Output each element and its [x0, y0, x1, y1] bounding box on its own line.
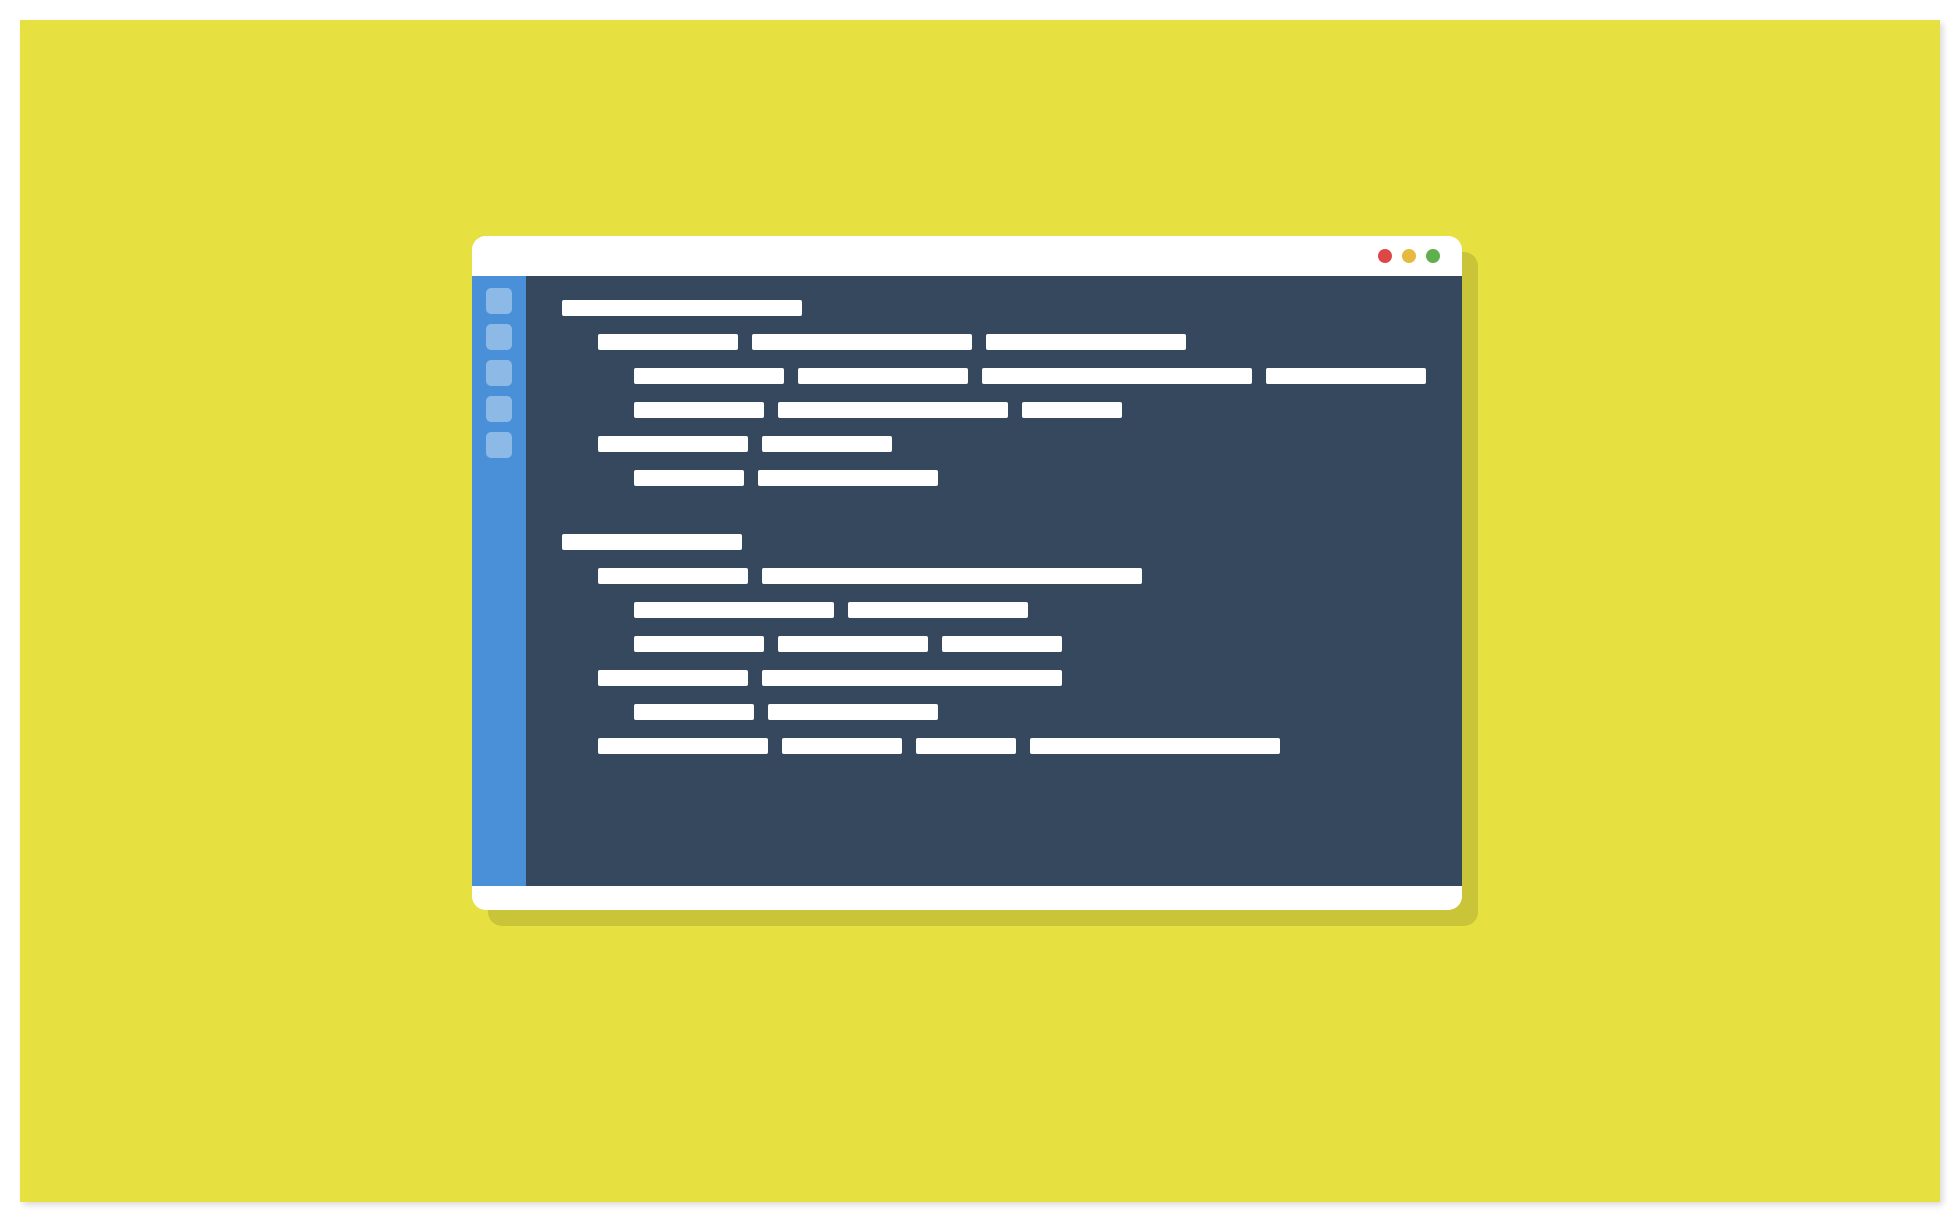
- illustration-canvas: [20, 20, 1940, 1202]
- code-token: [982, 368, 1252, 384]
- code-line: [634, 704, 1426, 720]
- code-token: [562, 534, 742, 550]
- code-token: [634, 636, 764, 652]
- code-line: [634, 402, 1426, 418]
- code-token: [598, 670, 748, 686]
- code-token: [634, 470, 744, 486]
- code-token: [598, 436, 748, 452]
- code-token: [762, 670, 1062, 686]
- close-icon[interactable]: [1378, 249, 1392, 263]
- code-token: [986, 334, 1186, 350]
- code-token: [562, 300, 802, 316]
- code-token: [634, 402, 764, 418]
- code-token: [942, 636, 1062, 652]
- code-line: [634, 602, 1426, 618]
- code-token: [598, 334, 738, 350]
- code-token: [762, 436, 892, 452]
- code-token: [762, 568, 1142, 584]
- code-token: [1022, 402, 1122, 418]
- sidebar-item[interactable]: [486, 288, 512, 314]
- code-token: [798, 368, 968, 384]
- code-token: [768, 704, 938, 720]
- code-token: [598, 568, 748, 584]
- code-token: [752, 334, 972, 350]
- code-token: [778, 636, 928, 652]
- code-line: [598, 334, 1426, 350]
- editor-window: [472, 236, 1462, 910]
- code-token: [1030, 738, 1280, 754]
- block-gap: [562, 504, 1426, 516]
- code-token: [634, 704, 754, 720]
- code-token: [782, 738, 902, 754]
- code-line: [562, 300, 1426, 316]
- code-content: [562, 300, 1426, 754]
- code-line: [598, 738, 1426, 754]
- code-token: [916, 738, 1016, 754]
- sidebar-item[interactable]: [486, 324, 512, 350]
- maximize-icon[interactable]: [1426, 249, 1440, 263]
- code-token: [778, 402, 1008, 418]
- editor-sidebar: [472, 276, 526, 886]
- code-line: [598, 670, 1426, 686]
- window-titlebar: [472, 236, 1462, 276]
- code-token: [634, 602, 834, 618]
- code-token: [598, 738, 768, 754]
- code-line: [634, 636, 1426, 652]
- sidebar-item[interactable]: [486, 432, 512, 458]
- code-token: [758, 470, 938, 486]
- code-editor: [526, 276, 1462, 886]
- code-token: [1266, 368, 1426, 384]
- code-line: [562, 534, 1426, 550]
- code-line: [598, 568, 1426, 584]
- window-body: [472, 276, 1462, 910]
- sidebar-item[interactable]: [486, 396, 512, 422]
- minimize-icon[interactable]: [1402, 249, 1416, 263]
- code-line: [634, 368, 1426, 384]
- code-line: [634, 470, 1426, 486]
- code-token: [848, 602, 1028, 618]
- code-line: [598, 436, 1426, 452]
- code-token: [634, 368, 784, 384]
- sidebar-item[interactable]: [486, 360, 512, 386]
